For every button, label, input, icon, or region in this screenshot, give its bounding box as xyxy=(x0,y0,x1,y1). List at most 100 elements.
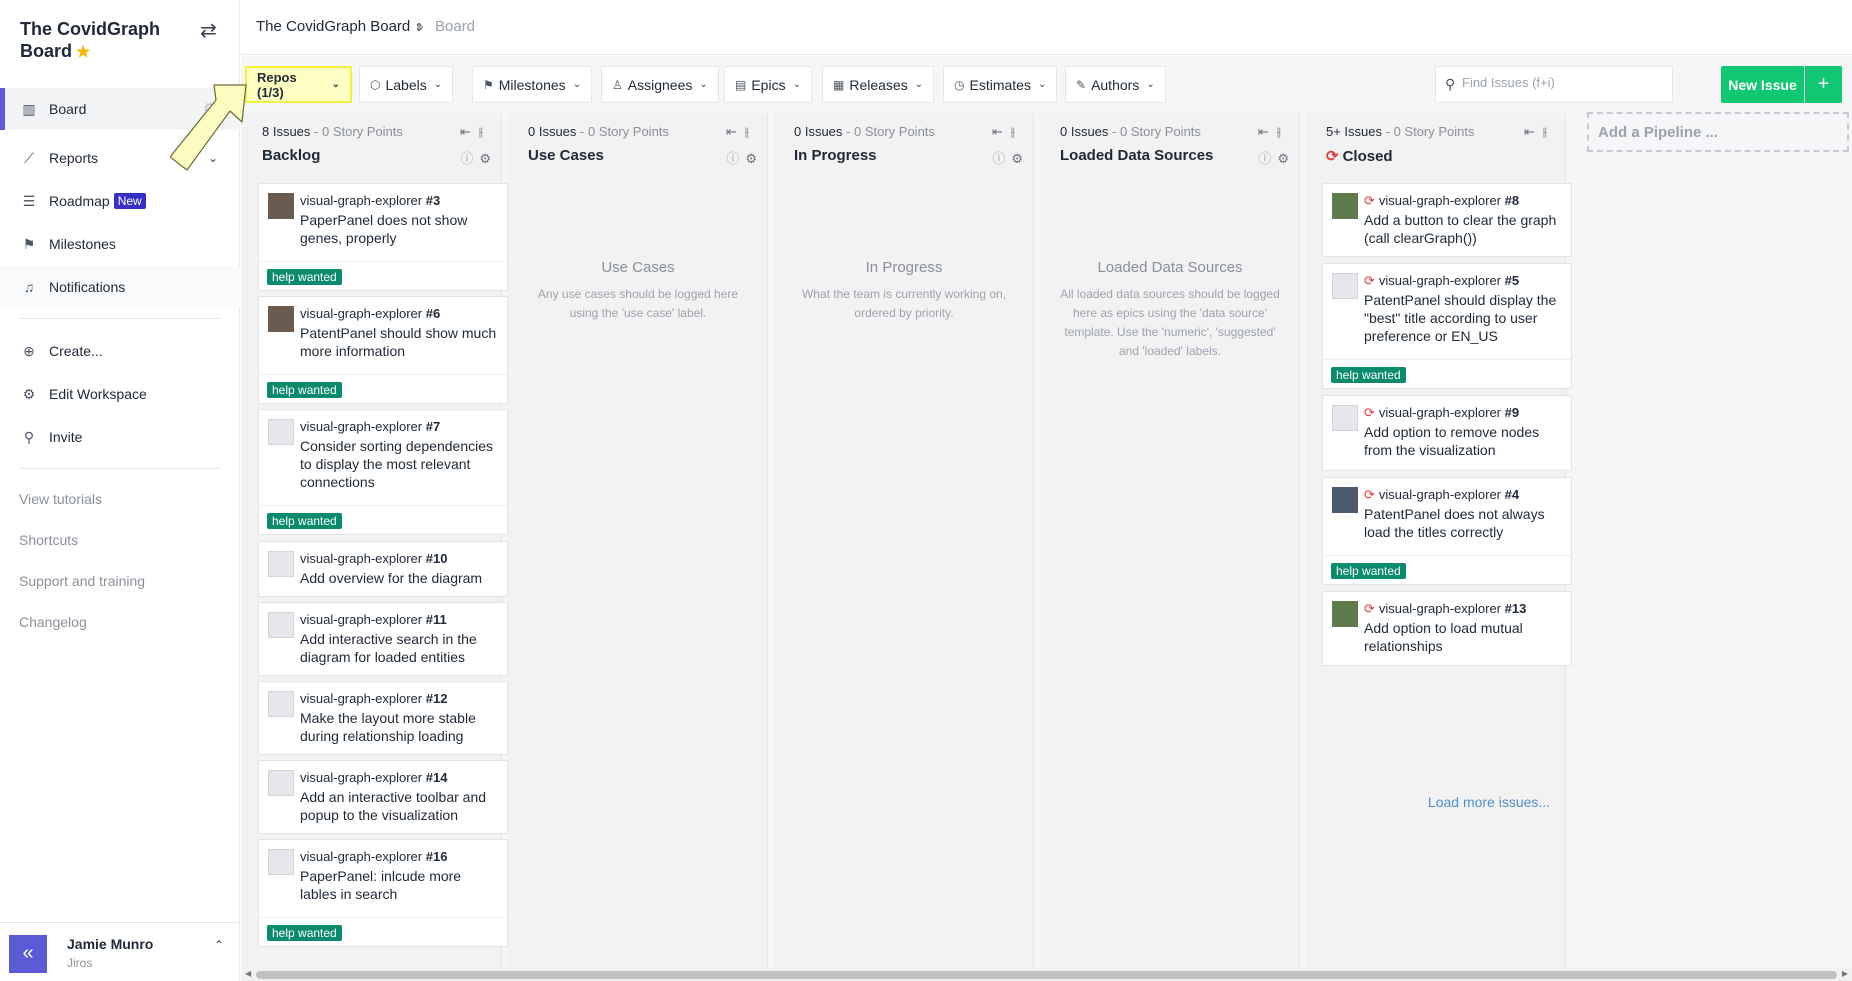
workspace-title[interactable]: The CovidGraph Board ★ xyxy=(20,18,180,64)
pipeline-use-cases: 0 Issues - 0 Story Points ⇤⫲ Use Cases ⓘ… xyxy=(508,113,768,968)
info-icon[interactable]: ⓘ xyxy=(726,151,739,166)
chevron-down-icon: ⌄ xyxy=(433,79,443,90)
sidebar-item-notifications[interactable]: ♫ Notifications xyxy=(0,266,240,308)
filter-authors-button[interactable]: ✎ Authors ⌄ xyxy=(1065,66,1166,103)
issue-card[interactable]: visual-graph-explorer #6 PatentPanel sho… xyxy=(258,296,508,404)
issue-title: Add an interactive toolbar and popup to … xyxy=(300,789,487,823)
sidebar-item-invite[interactable]: ⚲ Invite xyxy=(0,416,240,458)
issue-card[interactable]: ⟳ visual-graph-explorer #9 Add option to … xyxy=(1322,395,1572,471)
epic-icon: ▤ xyxy=(735,77,747,92)
label-badge: help wanted xyxy=(267,382,342,398)
sidebar-item-create[interactable]: ⊕ Create... xyxy=(0,330,240,372)
issue-card[interactable]: visual-graph-explorer #12 Make the layou… xyxy=(258,681,508,755)
link-support[interactable]: Support and training xyxy=(19,573,145,589)
breadcrumb-workspace[interactable]: The CovidGraph Board ⇕ xyxy=(256,18,424,35)
horizontal-scrollbar[interactable]: ◀ ▶ xyxy=(241,968,1852,981)
empty-state: Use Cases Any use cases should be logged… xyxy=(537,259,739,320)
user-menu[interactable]: « Jamie Munro Jiros ⌃ xyxy=(0,922,240,981)
issue-card[interactable]: ⟳ visual-graph-explorer #13 Add option to… xyxy=(1322,591,1572,666)
gear-icon[interactable]: ⚙ xyxy=(745,151,757,166)
scroll-left-icon[interactable]: ◀ xyxy=(245,969,251,978)
sidebar-item-milestones[interactable]: ⚑ Milestones xyxy=(0,223,240,265)
sidebar-item-label: Create... xyxy=(49,343,103,359)
breadcrumb-current: Board xyxy=(435,18,476,35)
board: 8 Issues - 0 Story Points ⇤⫲ Backlog ⓘ ⚙ … xyxy=(241,112,1852,968)
info-icon[interactable]: ⓘ xyxy=(460,151,473,166)
info-icon[interactable]: ⓘ xyxy=(1258,151,1271,166)
filter-releases-button[interactable]: ▦ Releases ⌄ xyxy=(822,66,935,103)
switch-workspace-icon[interactable]: ⇄ xyxy=(200,18,217,43)
add-pipeline-button[interactable]: Add a Pipeline ... xyxy=(1587,112,1849,152)
pipeline-closed: 5+ Issues - 0 Story Points ⇤⫲ ⟳ Closed ⟳ v… xyxy=(1306,113,1572,968)
issue-title: PatentPanel does not always load the tit… xyxy=(1364,506,1545,540)
sidebar-item-label: Roadmap xyxy=(49,193,110,209)
roadmap-icon: ☰ xyxy=(22,192,36,209)
new-issue-plus-button[interactable]: + xyxy=(1805,66,1842,103)
info-icon[interactable]: ⓘ xyxy=(992,151,1005,166)
star-icon[interactable]: ★ xyxy=(76,44,90,61)
sidebar-item-edit-workspace[interactable]: ⚙ Edit Workspace xyxy=(0,373,240,415)
issue-card[interactable]: visual-graph-explorer #3 PaperPanel does… xyxy=(258,183,508,291)
collapse-pipeline-icon[interactable]: ⇤⫲ xyxy=(992,124,1023,140)
reports-icon: ⟋ xyxy=(24,149,34,166)
collapse-sidebar-button[interactable]: « xyxy=(9,935,47,973)
scrollbar-thumb[interactable] xyxy=(256,971,1837,979)
filter-epics-button[interactable]: ▤ Epics ⌄ xyxy=(724,66,812,103)
collapse-pipeline-icon[interactable]: ⇤⫲ xyxy=(726,124,757,140)
pipeline-meta: 5+ Issues - 0 Story Points xyxy=(1326,124,1475,139)
filter-assignees-button[interactable]: ♙ Assignees ⌄ xyxy=(601,66,719,103)
issue-title: PaperPanel does not show genes, properly xyxy=(300,212,468,246)
release-icon: ▦ xyxy=(833,77,845,92)
label-badge: help wanted xyxy=(267,513,342,529)
issue-card[interactable]: visual-graph-explorer #14 Add an interac… xyxy=(258,760,508,834)
search-box[interactable]: ⚲ xyxy=(1435,66,1673,103)
scroll-right-icon[interactable]: ▶ xyxy=(1842,969,1848,978)
sidebar-item-roadmap[interactable]: ☰ Roadmap New xyxy=(0,180,240,222)
issue-title: Add overview for the diagram xyxy=(300,570,483,586)
chevron-down-icon: ⌄ xyxy=(572,79,582,90)
divider xyxy=(20,468,220,469)
issue-card[interactable]: visual-graph-explorer #16 PaperPanel: in… xyxy=(258,839,508,947)
issue-card[interactable]: ⟳ visual-graph-explorer #5 PatentPanel sh… xyxy=(1322,263,1572,389)
closed-icon: ⟳ xyxy=(1326,148,1339,165)
load-more-link[interactable]: Load more issues... xyxy=(1389,794,1589,810)
issue-card[interactable]: ⟳ visual-graph-explorer #8 Add a button t… xyxy=(1322,183,1572,257)
search-input[interactable] xyxy=(1462,75,1662,90)
avatar xyxy=(1332,487,1358,513)
pipeline-in-progress: 0 Issues - 0 Story Points ⇤⫲ In Progress… xyxy=(774,113,1034,968)
link-shortcuts[interactable]: Shortcuts xyxy=(19,532,78,548)
divider xyxy=(20,318,220,319)
filter-estimates-button[interactable]: ◷ Estimates ⌄ xyxy=(943,66,1058,103)
link-view-tutorials[interactable]: View tutorials xyxy=(19,491,102,507)
link-changelog[interactable]: Changelog xyxy=(19,614,87,630)
user-org: Jiros xyxy=(67,956,93,970)
filter-repos-button[interactable]: Repos (1/3) ⌄ xyxy=(245,66,352,103)
gear-icon[interactable]: ⚙ xyxy=(1277,151,1289,166)
issue-card[interactable]: visual-graph-explorer #7 Consider sortin… xyxy=(258,409,508,535)
assignee-icon: ♙ xyxy=(612,77,623,92)
collapse-pipeline-icon[interactable]: ⇤⫲ xyxy=(460,124,491,140)
avatar xyxy=(268,551,294,577)
issue-card[interactable]: visual-graph-explorer #11 Add interactiv… xyxy=(258,602,508,676)
avatar xyxy=(268,419,294,445)
collapse-pipeline-icon[interactable]: ⇤⫲ xyxy=(1524,124,1555,140)
gear-icon[interactable]: ⚙ xyxy=(479,151,491,166)
new-issue-button[interactable]: New Issue xyxy=(1721,66,1804,103)
sidebar-item-label: Invite xyxy=(49,429,83,445)
pipeline-title: Backlog xyxy=(262,147,321,164)
gear-icon: ⚙ xyxy=(22,385,36,402)
collapse-pipeline-icon[interactable]: ⇤⫲ xyxy=(1258,124,1289,140)
filter-labels-button[interactable]: ⬡ Labels ⌄ xyxy=(359,66,454,103)
estimate-icon: ◷ xyxy=(954,77,965,92)
avatar xyxy=(268,849,294,875)
avatar xyxy=(268,193,294,219)
filter-milestones-button[interactable]: ⚑ Milestones ⌄ xyxy=(472,66,593,103)
pipeline-title: Use Cases xyxy=(528,147,604,164)
issue-card[interactable]: ⟳ visual-graph-explorer #4 PatentPanel do… xyxy=(1322,477,1572,585)
pipeline-loaded-data-sources: 0 Issues - 0 Story Points ⇤⫲ Loaded Data… xyxy=(1040,113,1300,968)
gear-icon[interactable]: ⚙ xyxy=(1011,151,1023,166)
chevron-up-icon[interactable]: ⌃ xyxy=(214,938,224,952)
pipeline-meta: 0 Issues - 0 Story Points xyxy=(528,124,669,139)
issue-card[interactable]: visual-graph-explorer #10 Add overview f… xyxy=(258,541,508,597)
user-name: Jamie Munro xyxy=(67,936,154,952)
